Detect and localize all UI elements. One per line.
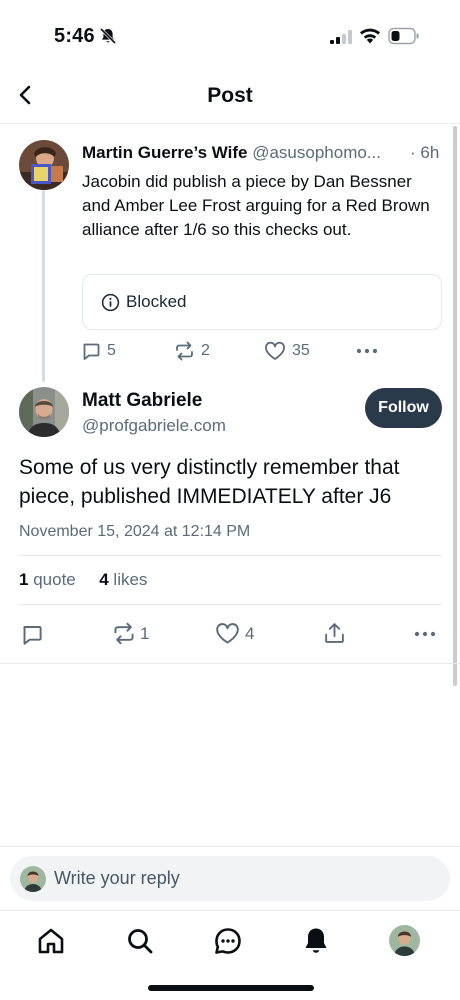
info-icon (101, 293, 120, 312)
header: Post (0, 70, 460, 124)
main-more-button[interactable] (413, 627, 437, 641)
main-author-name[interactable]: Matt Gabriele (82, 390, 202, 412)
signal-icon (330, 30, 352, 44)
more-icon (356, 348, 378, 354)
user-avatar (20, 866, 46, 892)
main-author-handle[interactable]: @profgabriele.com (82, 416, 226, 436)
likes-stat[interactable]: 4 likes (99, 570, 147, 589)
profile-avatar[interactable] (389, 925, 420, 956)
divider (19, 604, 442, 605)
status-time: 5:46 (54, 25, 95, 47)
parent-author-handle[interactable]: @asusophomo... (252, 143, 381, 162)
bell-muted-icon (99, 27, 117, 45)
parent-repost-button[interactable]: 2 (174, 341, 210, 361)
thread-line (42, 190, 45, 382)
divider (19, 555, 442, 556)
main-repost-count: 1 (140, 623, 150, 643)
heart-icon (265, 341, 285, 360)
share-button[interactable] (323, 621, 346, 645)
battery-icon (388, 27, 419, 45)
blocked-label: Blocked (126, 292, 187, 311)
reply-input[interactable]: Write your reply (10, 856, 450, 901)
quotes-stat[interactable]: 1 quote (19, 570, 80, 589)
more-icon (414, 631, 436, 637)
blocked-embed: Blocked (82, 274, 442, 330)
main-post-text: Some of us very distinctly remember that… (19, 456, 400, 508)
bell-icon (305, 928, 327, 953)
main-like-button[interactable]: 4 (215, 622, 254, 645)
like-label: likes (113, 570, 148, 589)
main-repost-button[interactable]: 1 (112, 622, 149, 645)
home-indicator (148, 985, 314, 991)
nav-notifications[interactable] (300, 925, 332, 957)
divider (0, 846, 460, 847)
parent-reply-count: 5 (107, 342, 116, 359)
parent-post-text: Jacobin did publish a piece by Dan Bessn… (82, 172, 430, 239)
parent-post-time: · 6h (410, 143, 440, 162)
scrollbar[interactable] (453, 126, 457, 686)
repost-icon (114, 622, 134, 645)
divider (0, 663, 460, 664)
follow-button[interactable]: Follow (365, 388, 442, 428)
reply-placeholder: Write your reply (54, 868, 180, 888)
main-reply-button[interactable] (20, 623, 44, 646)
main-like-count: 4 (245, 623, 255, 643)
divider (0, 910, 460, 911)
page-title: Post (207, 84, 253, 107)
parent-like-count: 35 (292, 342, 310, 359)
post-stats: 1 quote 4 likes (19, 570, 147, 590)
like-count: 4 (99, 570, 109, 589)
parent-author-avatar[interactable] (19, 140, 69, 190)
heart-icon (216, 623, 239, 644)
main-author-avatar[interactable] (19, 387, 69, 437)
nav-chat[interactable] (212, 925, 244, 957)
nav-search[interactable] (124, 925, 156, 957)
status-bar: 5:46 (0, 0, 460, 70)
home-icon (38, 928, 64, 954)
parent-author-name[interactable]: Martin Guerre’s Wife (82, 143, 247, 162)
quote-count: 1 (19, 570, 29, 589)
wifi-icon (360, 28, 380, 44)
chat-icon (215, 928, 241, 954)
parent-like-button[interactable]: 35 (264, 341, 310, 361)
search-icon (128, 929, 153, 954)
nav-home[interactable] (35, 925, 67, 957)
quote-label: quote (33, 570, 76, 589)
repost-icon (176, 341, 193, 361)
parent-author-line: Martin Guerre’s Wife @asusophomo... (82, 143, 442, 163)
reply-icon (83, 343, 100, 360)
share-icon (325, 623, 344, 643)
main-post-date: November 15, 2024 at 12:14 PM (19, 523, 251, 540)
reply-icon (23, 626, 42, 645)
parent-more-button[interactable] (355, 344, 379, 358)
parent-repost-count: 2 (201, 342, 210, 359)
parent-reply-button[interactable]: 5 (81, 341, 116, 361)
